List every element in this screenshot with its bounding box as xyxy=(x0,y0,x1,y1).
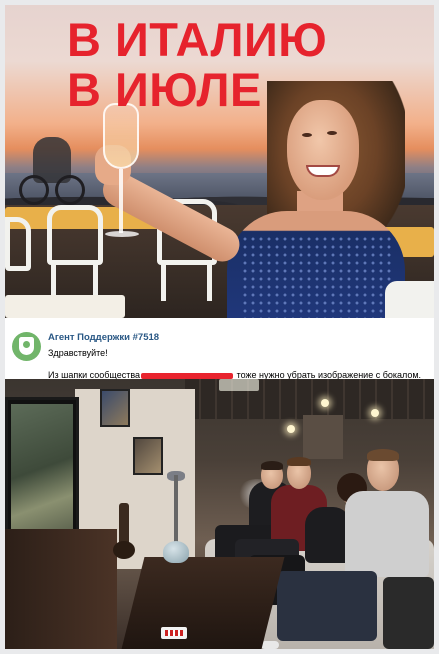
woman-face xyxy=(287,100,359,200)
message-greeting: Здравствуйте! xyxy=(48,348,108,358)
glass-base xyxy=(105,231,139,237)
eye xyxy=(327,131,337,135)
coffee-table xyxy=(121,557,285,649)
headline-line-1: В ИТАЛИЮ xyxy=(67,13,328,66)
spot-lamp xyxy=(371,409,379,417)
playing-cards xyxy=(161,627,187,639)
foreground-table xyxy=(5,295,125,318)
spot-lamp xyxy=(287,425,295,433)
cafe-chair xyxy=(47,205,103,265)
chair-leg xyxy=(93,261,98,297)
support-agent-avatar[interactable] xyxy=(12,332,41,361)
person-hair xyxy=(367,449,399,461)
person-legs xyxy=(277,571,377,641)
glass-stem xyxy=(119,169,123,233)
wall-poster xyxy=(100,389,130,427)
chair-leg xyxy=(207,261,212,301)
attached-photo[interactable] xyxy=(5,379,434,649)
bicycle-wheel xyxy=(19,175,49,205)
chat-message: Агент Поддержки #7518 Здравствуйте! Из ш… xyxy=(5,318,434,380)
bicycle-wheel xyxy=(55,175,85,205)
message-sender-name[interactable]: Агент Поддержки #7518 xyxy=(48,332,159,343)
guitar xyxy=(113,541,135,559)
screenshot-frame: В ИТАЛИЮ В ИЮЛЕ Агент Поддержки #7518 Зд… xyxy=(5,5,434,649)
doorway xyxy=(303,415,343,459)
headline-line-2: В ИЮЛЕ xyxy=(67,63,262,116)
support-shield-icon xyxy=(19,337,34,355)
tv-cabinet xyxy=(5,529,117,649)
person-hair xyxy=(287,457,311,466)
hookah-stem xyxy=(174,475,178,543)
banner-headline: В ИТАЛИЮ В ИЮЛЕ xyxy=(67,15,327,115)
dress-pattern xyxy=(241,235,391,318)
person-hair xyxy=(261,461,283,470)
white-chair xyxy=(385,281,434,318)
sneaker xyxy=(261,641,279,649)
spot-lamp xyxy=(321,399,329,407)
hookah-base xyxy=(163,541,189,563)
community-banner-image: В ИТАЛИЮ В ИЮЛЕ xyxy=(5,5,434,318)
chair-leg xyxy=(51,261,56,297)
ceiling-light xyxy=(219,379,259,391)
person-torso xyxy=(345,491,429,577)
chair-leg xyxy=(161,261,166,301)
wall-poster xyxy=(133,437,163,475)
cafe-chair xyxy=(5,217,31,271)
redaction-mark xyxy=(141,372,234,379)
eye xyxy=(302,133,312,137)
sofa-arm xyxy=(383,577,434,649)
